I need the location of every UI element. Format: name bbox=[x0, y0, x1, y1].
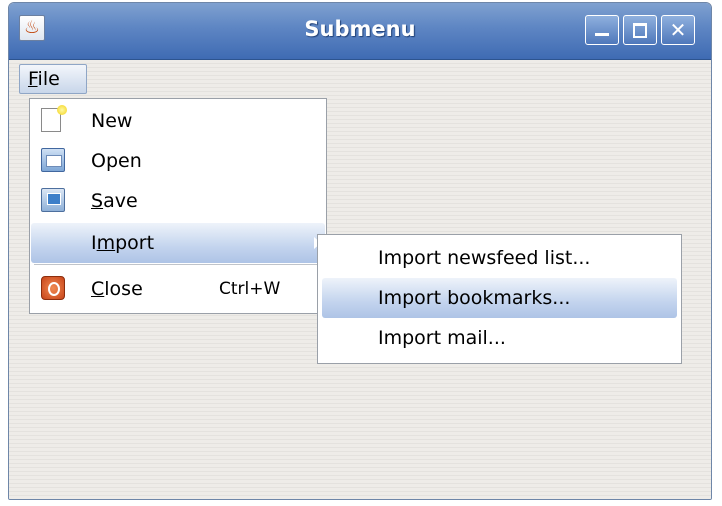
menu-separator bbox=[34, 264, 322, 265]
close-accelerator: Ctrl+W bbox=[219, 279, 281, 299]
menu-item-import-newsfeed[interactable]: Import newsfeed list... bbox=[322, 238, 677, 278]
save-icon bbox=[41, 188, 65, 212]
menu-item-label: Import newsfeed list... bbox=[378, 247, 591, 269]
menu-item-save[interactable]: Save bbox=[31, 181, 325, 221]
menu-item-label: Import bookmarks... bbox=[378, 287, 571, 309]
menu-item-import-mail[interactable]: Import mail... bbox=[322, 318, 677, 358]
save-label-rest: ave bbox=[103, 190, 138, 212]
menu-item-label: Close bbox=[91, 269, 143, 309]
maximize-icon bbox=[633, 23, 647, 38]
close-button[interactable]: ✕ bbox=[661, 15, 695, 45]
menu-item-import-bookmarks[interactable]: Import bookmarks... bbox=[322, 278, 677, 318]
menu-item-close[interactable]: Close Ctrl+W bbox=[31, 269, 325, 309]
import-submenu-popup: Import newsfeed list... Import bookmarks… bbox=[317, 234, 682, 364]
title-bar[interactable]: ♨ Submenu ✕ bbox=[9, 3, 711, 60]
maximize-button[interactable] bbox=[623, 15, 657, 45]
minimize-button[interactable] bbox=[585, 15, 619, 45]
import-mnemonic: m bbox=[96, 232, 116, 254]
menu-item-label: Import bbox=[91, 223, 154, 263]
close-mnemonic: C bbox=[91, 278, 105, 300]
save-mnemonic: S bbox=[91, 190, 104, 212]
menu-item-new[interactable]: New bbox=[31, 101, 325, 141]
menu-file[interactable]: File bbox=[19, 64, 87, 94]
menu-item-label: New bbox=[91, 110, 133, 132]
menu-file-mnemonic: F bbox=[28, 68, 38, 90]
menu-item-label: Save bbox=[91, 181, 138, 221]
menu-bar: File bbox=[9, 60, 711, 96]
file-menu-popup: New Open Save Import Close Ctrl+W bbox=[29, 98, 327, 314]
menu-item-label: Import mail... bbox=[378, 327, 506, 349]
open-folder-icon bbox=[41, 148, 65, 172]
new-document-icon bbox=[41, 105, 67, 132]
menu-item-import[interactable]: Import bbox=[31, 223, 325, 263]
menu-file-label: ile bbox=[37, 68, 60, 90]
close-label-rest: lose bbox=[104, 278, 143, 300]
import-label-rest: port bbox=[115, 232, 155, 254]
menu-item-label: Open bbox=[91, 150, 142, 172]
minimize-icon bbox=[595, 33, 609, 36]
menu-item-open[interactable]: Open bbox=[31, 141, 325, 181]
close-app-icon bbox=[41, 276, 65, 300]
close-icon: ✕ bbox=[669, 18, 687, 42]
application-window: ♨ Submenu ✕ File New Open Save Import Cl… bbox=[8, 2, 712, 500]
